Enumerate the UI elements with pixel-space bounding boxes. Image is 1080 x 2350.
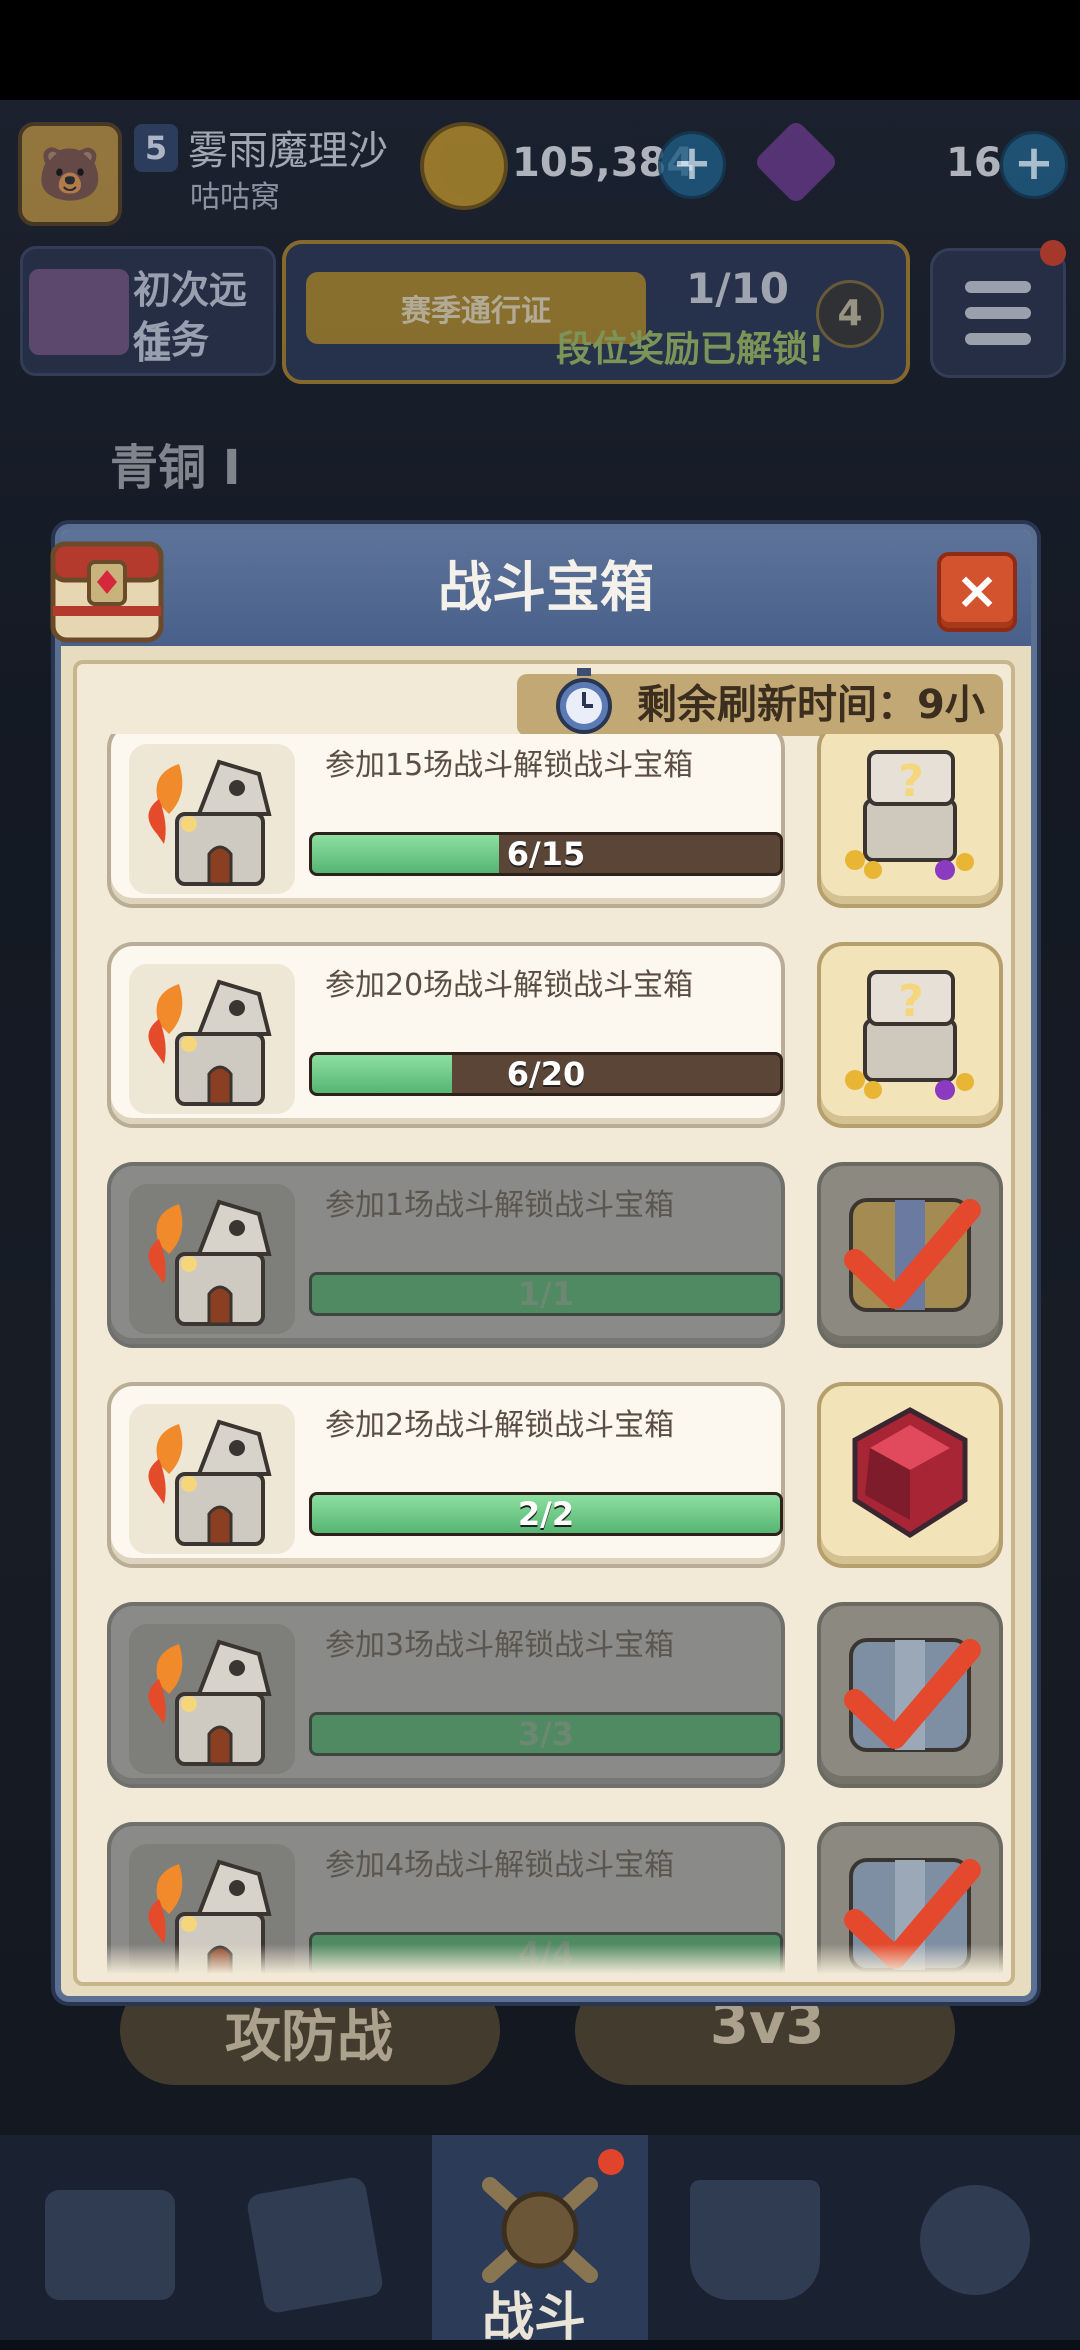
coin-icon xyxy=(420,122,508,210)
menu-line-icon xyxy=(965,333,1031,345)
refresh-timer-text: 剩余刷新时间：9小时 xyxy=(637,682,985,790)
menu-notification-dot xyxy=(1040,240,1066,266)
gem-amount: 16 xyxy=(946,140,1002,186)
player-avatar[interactable]: 🐻 xyxy=(18,122,122,226)
castle-icon xyxy=(129,1184,295,1334)
task-progress-text: 6/15 xyxy=(506,835,586,873)
top-bar: 🐻 5 雾雨魔理沙 咕咕窝 105,384 + 16 + xyxy=(0,110,1080,226)
battle-icon xyxy=(470,2175,610,2285)
task-row: 参加20场战斗解锁战斗宝箱 6/20 xyxy=(107,942,785,1128)
battle-chest-icon xyxy=(43,522,171,650)
nav-battle-label: 战斗 xyxy=(482,2288,587,2348)
task-row: 参加2场战斗解锁战斗宝箱 2/2 xyxy=(107,1382,785,1568)
nav-compass-icon[interactable] xyxy=(920,2185,1030,2295)
player-guild: 咕咕窝 xyxy=(190,180,280,215)
list-fade xyxy=(77,1944,1011,1974)
reward-gold-chest-claimed-icon[interactable] xyxy=(817,1162,1003,1348)
task-progress-bar: 2/2 xyxy=(309,1492,783,1536)
season-pass-bolt-icon: 4 xyxy=(816,280,884,348)
castle-icon xyxy=(129,964,295,1114)
season-pass-message: 段位奖励已解锁! xyxy=(556,329,825,370)
battle-notification-dot xyxy=(598,2149,624,2175)
task-row: 参加1场战斗解锁战斗宝箱 1/1 xyxy=(107,1162,785,1348)
attack-defense-label: 攻防战 xyxy=(225,2005,393,2070)
task-progress-bar: 6/20 xyxy=(309,1052,783,1096)
reward-mystery-chest-icon[interactable]: ? xyxy=(817,734,1003,908)
task-progress-text: 3/3 xyxy=(517,1715,575,1753)
reward-red-gem-chest-icon[interactable] xyxy=(817,1382,1003,1568)
svg-text:?: ? xyxy=(898,756,924,807)
season-pass-progress: 1/10 xyxy=(686,264,790,313)
player-name: 雾雨魔理沙 xyxy=(188,128,388,174)
feature-row: 初次远征 任务 赛季通行证 1/10 段位奖励已解锁! 4 xyxy=(0,240,1080,384)
nav-banner-icon[interactable] xyxy=(690,2180,820,2300)
stopwatch-icon xyxy=(555,668,613,734)
quest-label-2: 任务 xyxy=(133,318,210,362)
task-progress-bar: 3/3 xyxy=(309,1712,783,1756)
task-label: 参加15场战斗解锁战斗宝箱 xyxy=(325,748,694,783)
modal-body: 剩余刷新时间：9小时 参加15场战斗解锁战斗宝箱 6/15? 参加20场战斗解锁战斗… xyxy=(73,660,1015,1986)
quest-chest-icon xyxy=(29,269,129,355)
castle-icon xyxy=(129,744,295,894)
castle-icon xyxy=(129,1404,295,1554)
task-row: 参加3场战斗解锁战斗宝箱 3/3 xyxy=(107,1602,785,1788)
menu-line-icon xyxy=(965,307,1031,319)
menu-button[interactable] xyxy=(930,248,1066,378)
player-level-badge: 5 xyxy=(134,124,178,172)
task-progress-bar: 1/1 xyxy=(309,1272,783,1316)
nav-chest-icon[interactable] xyxy=(45,2190,175,2300)
task-label: 参加1场战斗解锁战斗宝箱 xyxy=(325,1188,675,1223)
nav-cards-icon[interactable] xyxy=(245,2175,385,2315)
task-label: 参加3场战斗解锁战斗宝箱 xyxy=(325,1628,675,1663)
task-progress-text: 2/2 xyxy=(517,1495,575,1533)
status-bar xyxy=(0,0,1080,100)
add-gems-button[interactable]: + xyxy=(1000,131,1068,199)
modal-title: 战斗宝箱 xyxy=(438,556,654,619)
battle-chest-modal: 战斗宝箱 × 剩余刷新时间：9小时 参加15场战斗解锁战斗宝箱 6/15? 参加20… xyxy=(50,524,1037,2002)
close-button[interactable]: × xyxy=(937,552,1017,632)
task-progress-text: 1/1 xyxy=(517,1275,575,1313)
bottom-nav: 战斗 xyxy=(0,2135,1080,2348)
task-progress-text: 6/20 xyxy=(506,1055,586,1093)
task-row: 参加15场战斗解锁战斗宝箱 6/15 xyxy=(107,734,785,908)
season-pass-banner[interactable]: 赛季通行证 1/10 段位奖励已解锁! 4 xyxy=(282,240,910,384)
menu-line-icon xyxy=(965,281,1031,293)
rank-label: 青铜 I xyxy=(110,440,241,496)
reward-mystery-chest-icon[interactable]: ? xyxy=(817,942,1003,1128)
task-progress-bar: 6/15 xyxy=(309,832,783,876)
task-label: 参加2场战斗解锁战斗宝箱 xyxy=(325,1408,675,1443)
svg-text:?: ? xyxy=(898,976,924,1027)
castle-icon xyxy=(129,1624,295,1774)
gem-icon xyxy=(753,119,839,205)
add-coins-button[interactable]: + xyxy=(658,131,726,199)
expedition-quest-button[interactable]: 初次远征 任务 xyxy=(20,246,276,376)
task-label: 参加4场战斗解锁战斗宝箱 xyxy=(325,1848,675,1883)
task-label: 参加20场战斗解锁战斗宝箱 xyxy=(325,968,694,1003)
reward-silver-chest-claimed-icon[interactable] xyxy=(817,1602,1003,1788)
task-list[interactable]: 参加15场战斗解锁战斗宝箱 6/15? 参加20场战斗解锁战斗宝箱 6/20? 参加1场… xyxy=(77,734,1011,1974)
